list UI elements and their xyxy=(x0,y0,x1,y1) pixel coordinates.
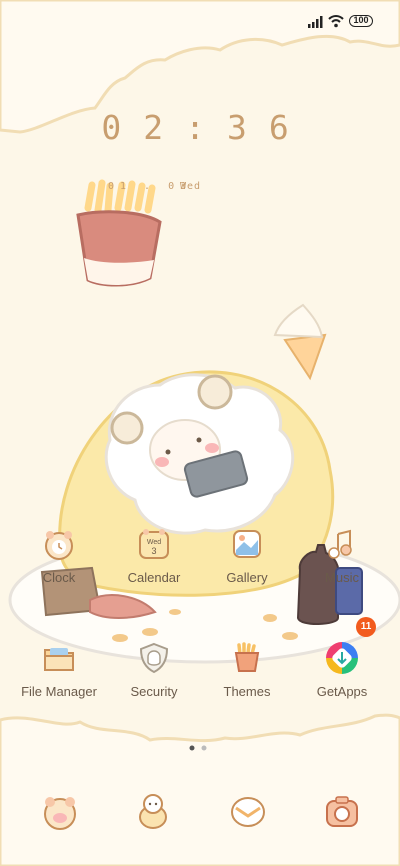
wifi-icon xyxy=(328,15,344,28)
app-gallery[interactable]: Gallery xyxy=(207,526,287,585)
clock-hour-digit-2: 2 xyxy=(143,108,174,147)
app-label: Music xyxy=(325,570,359,585)
app-label: Clock xyxy=(42,570,76,585)
app-label: File Manager xyxy=(21,684,97,699)
clock-separator: : xyxy=(185,108,215,147)
app-label: Security xyxy=(130,684,178,699)
app-themes[interactable]: Themes xyxy=(207,640,287,699)
page-dot xyxy=(201,745,207,751)
app-getapps[interactable]: GetApps xyxy=(302,640,382,699)
app-security[interactable]: Security xyxy=(114,640,194,699)
weekday-text: Wed xyxy=(180,181,202,192)
gallery-icon xyxy=(233,530,261,558)
calendar-icon-day: 3 xyxy=(151,546,156,556)
camera-icon[interactable] xyxy=(322,792,362,832)
getapps-icon xyxy=(326,642,358,674)
app-calendar[interactable]: Wed 3 Calendar xyxy=(114,526,194,585)
battery-indicator: 100 xyxy=(349,15,373,27)
app-label: Themes xyxy=(223,684,271,699)
shield-icon xyxy=(139,642,169,674)
clock-icon xyxy=(45,531,73,560)
page-dot-active xyxy=(189,745,195,751)
music-icon xyxy=(328,529,352,559)
app-label: Gallery xyxy=(226,570,268,585)
calendar-icon: Wed 3 xyxy=(139,529,169,559)
notification-badge: 11 xyxy=(356,617,376,637)
app-label: GetApps xyxy=(316,684,368,699)
signal-icon xyxy=(308,16,323,28)
clock-hour-digit-1: 0 xyxy=(101,108,132,147)
app-music[interactable]: Music xyxy=(302,526,382,585)
messages-icon[interactable] xyxy=(228,792,268,832)
app-clock[interactable]: Clock xyxy=(19,526,99,585)
phone-icon[interactable] xyxy=(40,792,80,832)
fries-icon xyxy=(234,642,260,672)
app-label: Calendar xyxy=(127,570,181,585)
app-file-manager[interactable]: File Manager xyxy=(19,640,99,699)
page-indicator[interactable] xyxy=(188,744,212,752)
calendar-icon-weekday: Wed xyxy=(147,539,161,546)
contacts-icon[interactable] xyxy=(133,792,173,832)
folder-icon xyxy=(44,648,74,671)
status-bar: 100 xyxy=(0,0,400,40)
clock-widget[interactable]: 02:36 xyxy=(0,108,400,147)
clock-minute-digit-1: 3 xyxy=(226,108,257,147)
clock-minute-digit-2: 6 xyxy=(268,108,299,147)
